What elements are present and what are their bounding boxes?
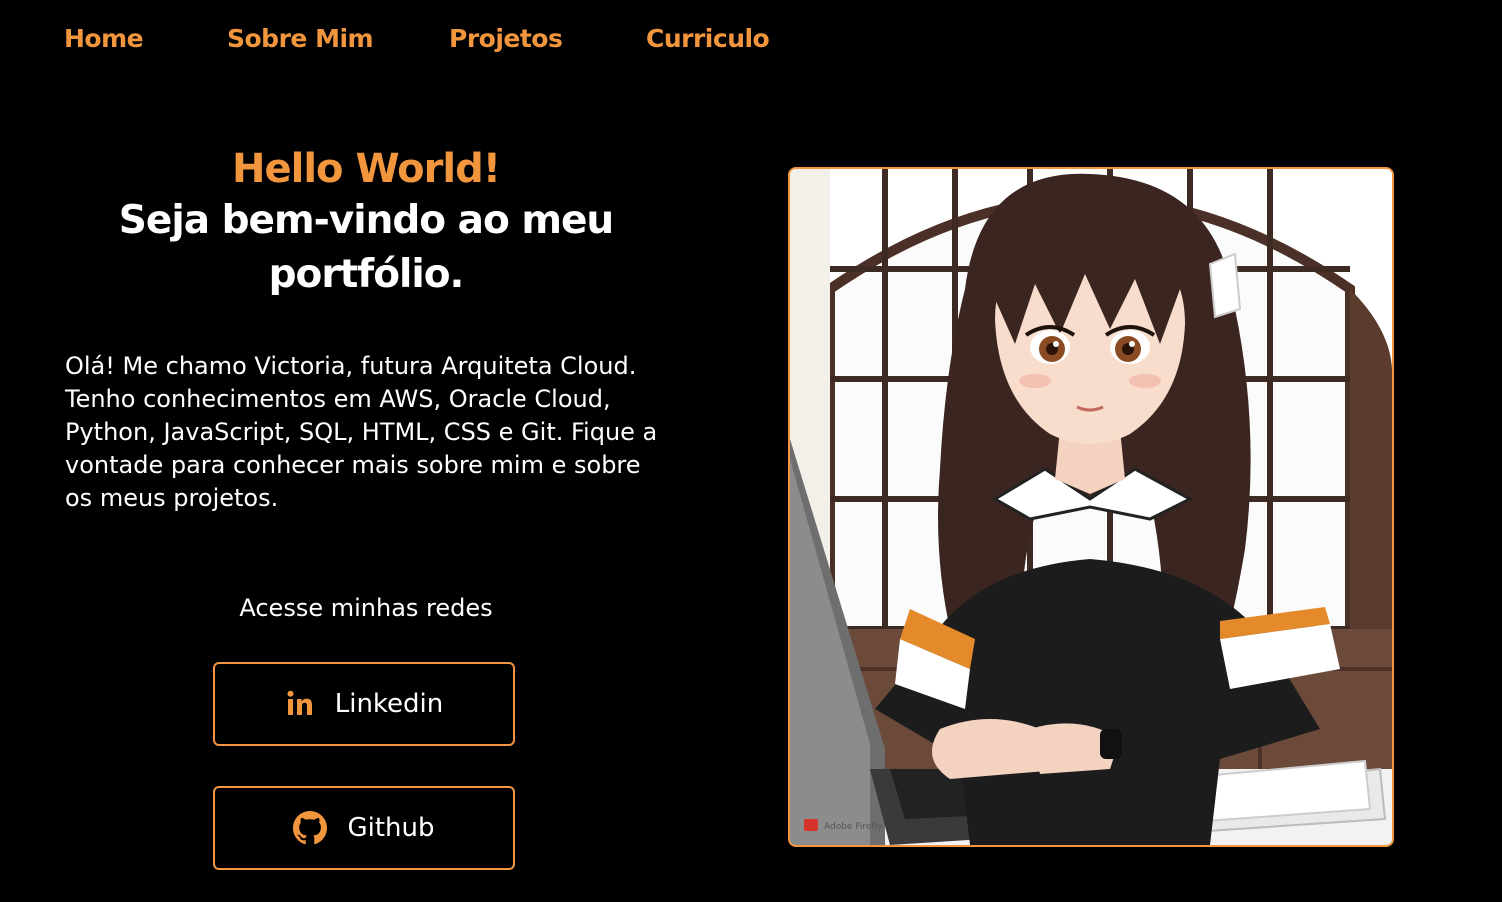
nav-home-link[interactable]: Home [64, 24, 144, 53]
hero-welcome-heading: Seja bem-vindo ao meu portfólio. [118, 198, 614, 297]
social-networks-label: Acesse minhas redes [239, 594, 493, 622]
hero-title: Hello World! Seja bem-vindo ao meu portf… [66, 144, 666, 302]
bio-paragraph: Olá! Me chamo Victoria, futura Arquiteta… [65, 352, 658, 512]
linkedin-button[interactable]: Linkedin [213, 662, 515, 746]
linkedin-icon [285, 689, 315, 719]
hero-greeting: Hello World! [232, 146, 501, 192]
profile-illustration: Adobe Firefly [788, 167, 1394, 847]
nav-projetos-link[interactable]: Projetos [449, 24, 563, 53]
nav-curriculo-link[interactable]: Curriculo [646, 24, 770, 53]
github-button[interactable]: Github [213, 786, 515, 870]
linkedin-button-label: Linkedin [334, 689, 444, 719]
portfolio-page: Home Sobre Mim Projetos Curriculo Hello … [0, 0, 1502, 902]
github-button-label: Github [347, 813, 435, 843]
watermark-text: Adobe Firefly [824, 822, 883, 832]
nav-sobre-mim-link[interactable]: Sobre Mim [227, 24, 374, 53]
github-icon [293, 811, 328, 845]
